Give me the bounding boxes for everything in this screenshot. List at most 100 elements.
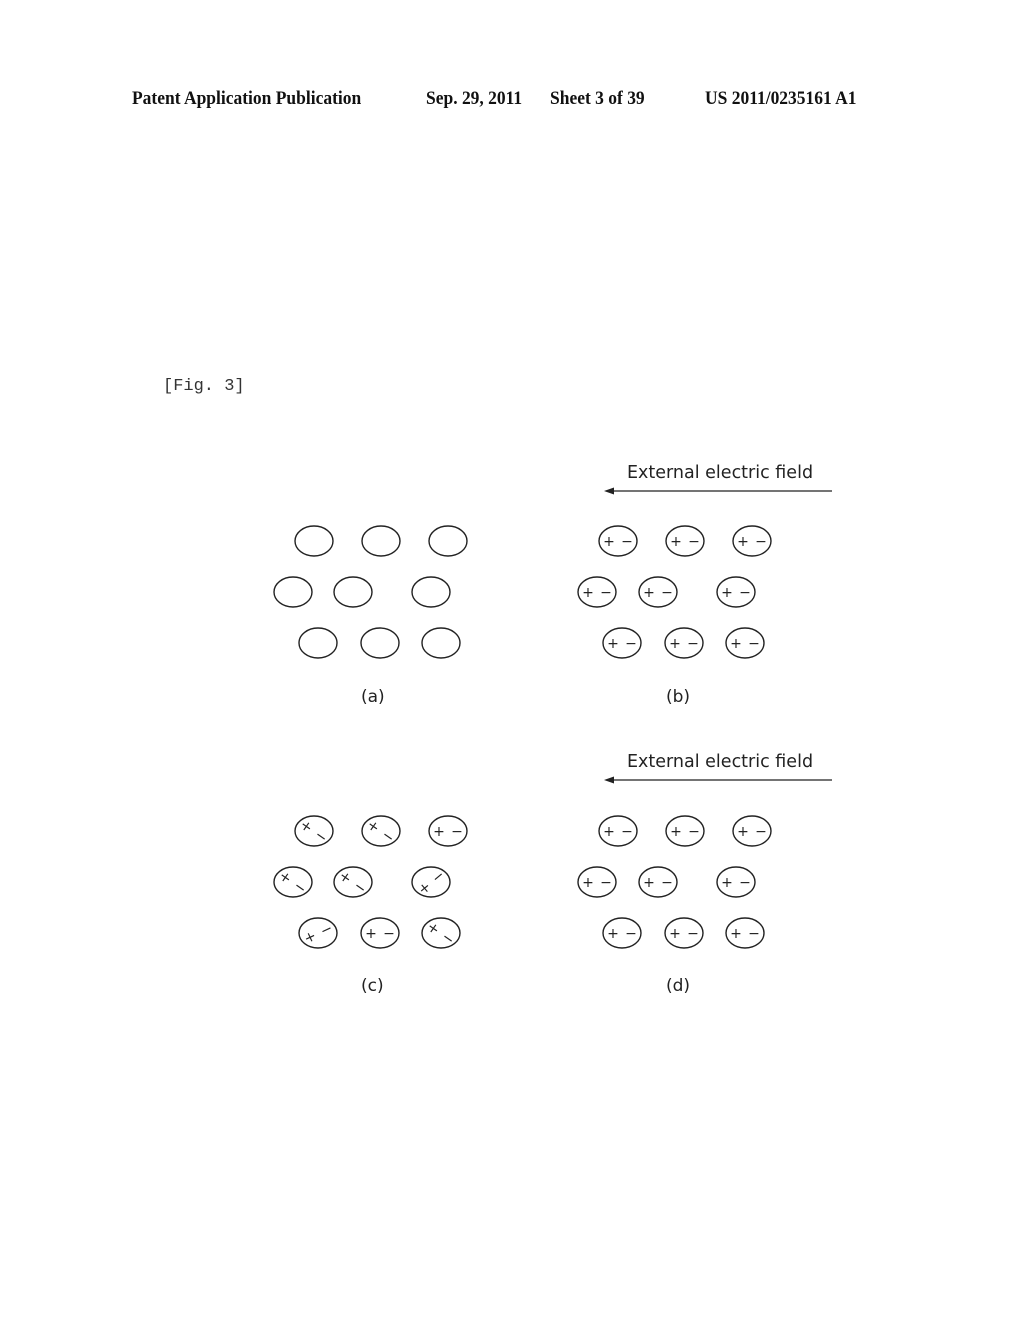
particle: +− bbox=[638, 576, 678, 608]
particle: +− bbox=[665, 525, 705, 557]
particle: +− bbox=[361, 815, 401, 847]
negative-charge-icon: − bbox=[688, 824, 700, 840]
particle bbox=[360, 627, 400, 659]
particle-outline bbox=[411, 576, 451, 608]
negative-charge-icon: − bbox=[661, 585, 673, 601]
negative-charge-icon: − bbox=[621, 534, 633, 550]
particle: +− bbox=[421, 917, 461, 949]
negative-charge-icon: − bbox=[383, 926, 395, 942]
publication-date: Sep. 29, 2011 bbox=[426, 88, 523, 109]
positive-charge-icon: + bbox=[730, 636, 742, 652]
positive-charge-icon: + bbox=[603, 534, 615, 550]
negative-charge-icon: − bbox=[290, 878, 309, 898]
field-label-b: External electric field bbox=[627, 463, 814, 483]
negative-charge-icon: − bbox=[748, 926, 760, 942]
positive-charge-icon: + bbox=[670, 824, 682, 840]
particle-grid-d: + − + − + −+ − + − + −+ − + − + − bbox=[577, 815, 772, 949]
particle-outline bbox=[361, 525, 401, 557]
particle bbox=[273, 576, 313, 608]
particle bbox=[421, 627, 461, 659]
particle: +− bbox=[638, 866, 678, 898]
negative-charge-icon: − bbox=[378, 827, 397, 847]
particle: +− bbox=[298, 917, 338, 949]
panel-c: + − + − + − + − + − + − + − + − + − bbox=[260, 805, 560, 1055]
particle-outline bbox=[360, 627, 400, 659]
negative-charge-icon: − bbox=[687, 636, 699, 652]
positive-charge-icon: + bbox=[721, 585, 733, 601]
particle: +− bbox=[665, 815, 705, 847]
particle: +− bbox=[716, 576, 756, 608]
positive-charge-icon: + bbox=[643, 585, 655, 601]
negative-charge-icon: − bbox=[429, 867, 448, 887]
particle bbox=[411, 576, 451, 608]
positive-charge-icon: + bbox=[582, 585, 594, 601]
particle-grid-b: + − + − + −+ − + − + −+ − + − + − bbox=[577, 525, 772, 659]
negative-charge-icon: − bbox=[600, 875, 612, 891]
field-label-d: External electric field bbox=[627, 752, 814, 772]
caption-b: (b) bbox=[666, 687, 691, 707]
positive-charge-icon: + bbox=[607, 926, 619, 942]
particle: +− bbox=[411, 866, 451, 899]
particle bbox=[428, 525, 468, 557]
particle: +− bbox=[598, 815, 638, 847]
panel-a bbox=[260, 515, 560, 765]
particle-outline bbox=[428, 525, 468, 557]
positive-charge-icon: + bbox=[302, 928, 319, 947]
negative-charge-icon: − bbox=[755, 824, 767, 840]
page-header: Patent Application Publication Sep. 29, … bbox=[0, 88, 1024, 118]
negative-charge-icon: − bbox=[688, 534, 700, 550]
negative-charge-icon: − bbox=[755, 534, 767, 550]
particle bbox=[333, 576, 373, 608]
negative-charge-icon: − bbox=[451, 824, 463, 840]
particle: +− bbox=[577, 866, 617, 898]
particle: +− bbox=[602, 917, 642, 949]
negative-charge-icon: − bbox=[621, 824, 633, 840]
positive-charge-icon: + bbox=[365, 926, 377, 942]
negative-charge-icon: − bbox=[311, 827, 330, 847]
particle: +− bbox=[294, 815, 334, 847]
particle-grid-c: +−+− + −+−+− +−+− + − +− bbox=[273, 815, 468, 949]
positive-charge-icon: + bbox=[364, 817, 383, 837]
particle bbox=[294, 525, 334, 557]
sheet-number: Sheet 3 of 39 bbox=[550, 88, 645, 109]
positive-charge-icon: + bbox=[607, 636, 619, 652]
negative-charge-icon: − bbox=[438, 929, 457, 949]
positive-charge-icon: + bbox=[643, 875, 655, 891]
positive-charge-icon: + bbox=[730, 926, 742, 942]
particle-outline bbox=[273, 576, 313, 608]
particle: +− bbox=[360, 917, 400, 949]
positive-charge-icon: + bbox=[415, 879, 434, 899]
negative-charge-icon: − bbox=[748, 636, 760, 652]
particle: +− bbox=[333, 866, 373, 898]
positive-charge-icon: + bbox=[669, 636, 681, 652]
particle-outline bbox=[333, 576, 373, 608]
particle: +− bbox=[716, 866, 756, 898]
positive-charge-icon: + bbox=[424, 919, 443, 939]
negative-charge-icon: − bbox=[625, 926, 637, 942]
arrowhead-left-icon bbox=[604, 487, 614, 495]
particle: +− bbox=[428, 815, 468, 847]
particle-outline bbox=[421, 627, 461, 659]
positive-charge-icon: + bbox=[737, 824, 749, 840]
panel-b: + − + − + − + − + − + − + − + − + − bbox=[570, 515, 870, 765]
particle: +− bbox=[725, 627, 765, 659]
positive-charge-icon: + bbox=[721, 875, 733, 891]
patent-number: US 2011/0235161 A1 bbox=[705, 88, 857, 109]
figure-label: [Fig. 3] bbox=[163, 377, 245, 396]
particle: +− bbox=[577, 576, 617, 608]
particle: +− bbox=[732, 815, 772, 847]
positive-charge-icon: + bbox=[603, 824, 615, 840]
positive-charge-icon: + bbox=[737, 534, 749, 550]
caption-d: (d) bbox=[666, 976, 691, 996]
negative-charge-icon: − bbox=[350, 878, 369, 898]
particle: +− bbox=[273, 866, 313, 898]
particle-outline bbox=[294, 525, 334, 557]
publication-title: Patent Application Publication bbox=[132, 88, 362, 109]
caption-a: (a) bbox=[361, 687, 385, 707]
positive-charge-icon: + bbox=[433, 824, 445, 840]
particle: +− bbox=[664, 627, 704, 659]
negative-charge-icon: − bbox=[600, 585, 612, 601]
negative-charge-icon: − bbox=[739, 875, 751, 891]
particle: +− bbox=[664, 917, 704, 949]
particle: +− bbox=[725, 917, 765, 949]
